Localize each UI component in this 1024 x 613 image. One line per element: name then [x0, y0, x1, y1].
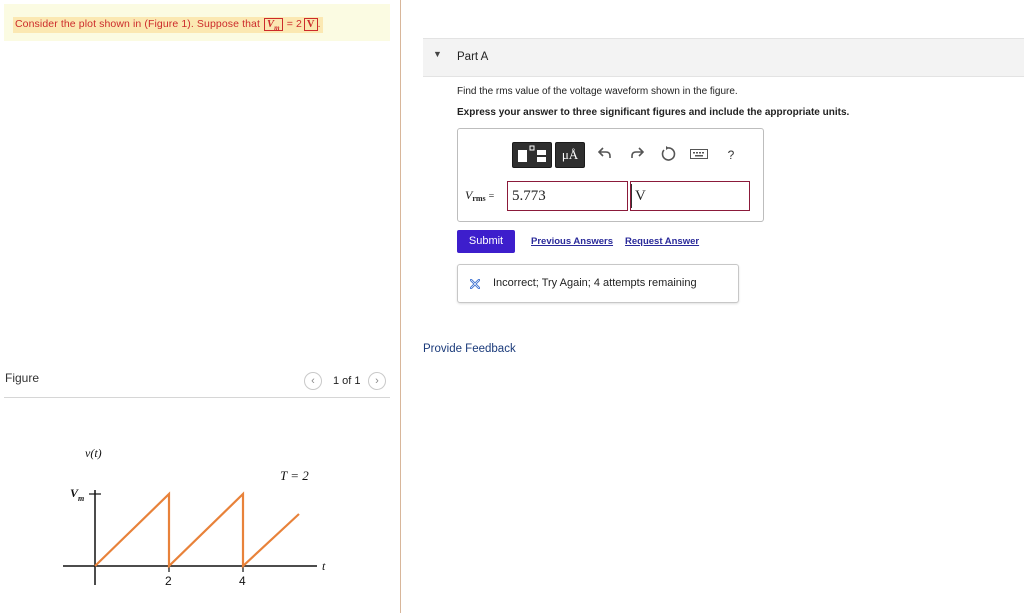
feedback-message: Incorrect; Try Again; 4 attempts remaini… [493, 277, 697, 289]
column-divider [400, 0, 401, 613]
redo-button[interactable] [628, 146, 646, 164]
templates-button[interactable] [512, 142, 552, 168]
keyboard-button[interactable] [690, 146, 708, 164]
figure-pager: 1 of 1 [333, 375, 361, 387]
figure-divider [4, 397, 390, 398]
problem-prompt-text: Consider the plot shown in (Figure 1). S… [13, 17, 323, 34]
figure-next-button[interactable]: › [368, 372, 386, 390]
templates-icon [518, 145, 546, 162]
figure-prev-button[interactable]: ‹ [304, 372, 322, 390]
answer-variable-sub: rms [472, 194, 486, 203]
value-input[interactable]: 5.773 [507, 181, 628, 211]
chevron-right-icon: › [375, 375, 379, 387]
previous-answers-link[interactable]: Previous Answers [531, 236, 613, 247]
prompt-sentence: Consider the plot shown in (Figure 1). S… [15, 18, 260, 30]
answer-equals: = [488, 191, 495, 202]
unit-input[interactable]: V [630, 181, 750, 211]
undo-button[interactable] [596, 146, 614, 164]
undo-icon [597, 147, 611, 158]
provide-feedback-link[interactable]: Provide Feedback [423, 343, 516, 355]
figure-label: Figure [5, 371, 40, 385]
prompt-equals-value: = 2 [286, 18, 302, 30]
plot-x-axis-label: t [322, 559, 326, 573]
prompt-variable: Vm [264, 18, 283, 33]
help-button[interactable]: ? [722, 146, 740, 164]
sawtooth-plot: v(t) Vm T = 2 t 2 4 [63, 446, 326, 588]
keyboard-icon [690, 149, 708, 159]
x-icon [470, 279, 480, 289]
plot-y-label: v(t) [85, 446, 102, 460]
part-a-header[interactable]: ▼ Part A [423, 38, 1024, 77]
plot-period-label: T = 2 [280, 468, 309, 483]
prompt-period: . [317, 18, 321, 30]
problem-prompt-banner: Consider the plot shown in (Figure 1). S… [4, 4, 390, 41]
reset-icon [661, 146, 676, 161]
prompt-unit: V [303, 18, 318, 31]
plot-x-tick-label-2: 2 [165, 574, 172, 588]
plot-vm-label: Vm [70, 486, 84, 503]
question-text: Find the rms value of the voltage wavefo… [457, 86, 738, 97]
submit-button[interactable]: Submit [457, 230, 515, 253]
redo-icon [631, 147, 645, 158]
answer-variable-label: Vrms = [465, 188, 494, 203]
sawtooth-waveform [94, 491, 300, 569]
units-button[interactable]: μÅ [555, 142, 585, 168]
plot-x-tick-label-4: 4 [239, 574, 246, 588]
part-title: Part A [457, 51, 489, 63]
request-answer-link[interactable]: Request Answer [625, 236, 699, 247]
reset-button[interactable] [659, 146, 677, 164]
chevron-left-icon: ‹ [311, 375, 315, 387]
instruction-text: Express your answer to three significant… [457, 107, 850, 118]
triangle-down-icon: ▼ [433, 49, 442, 59]
prompt-variable-sub: m [274, 24, 280, 33]
